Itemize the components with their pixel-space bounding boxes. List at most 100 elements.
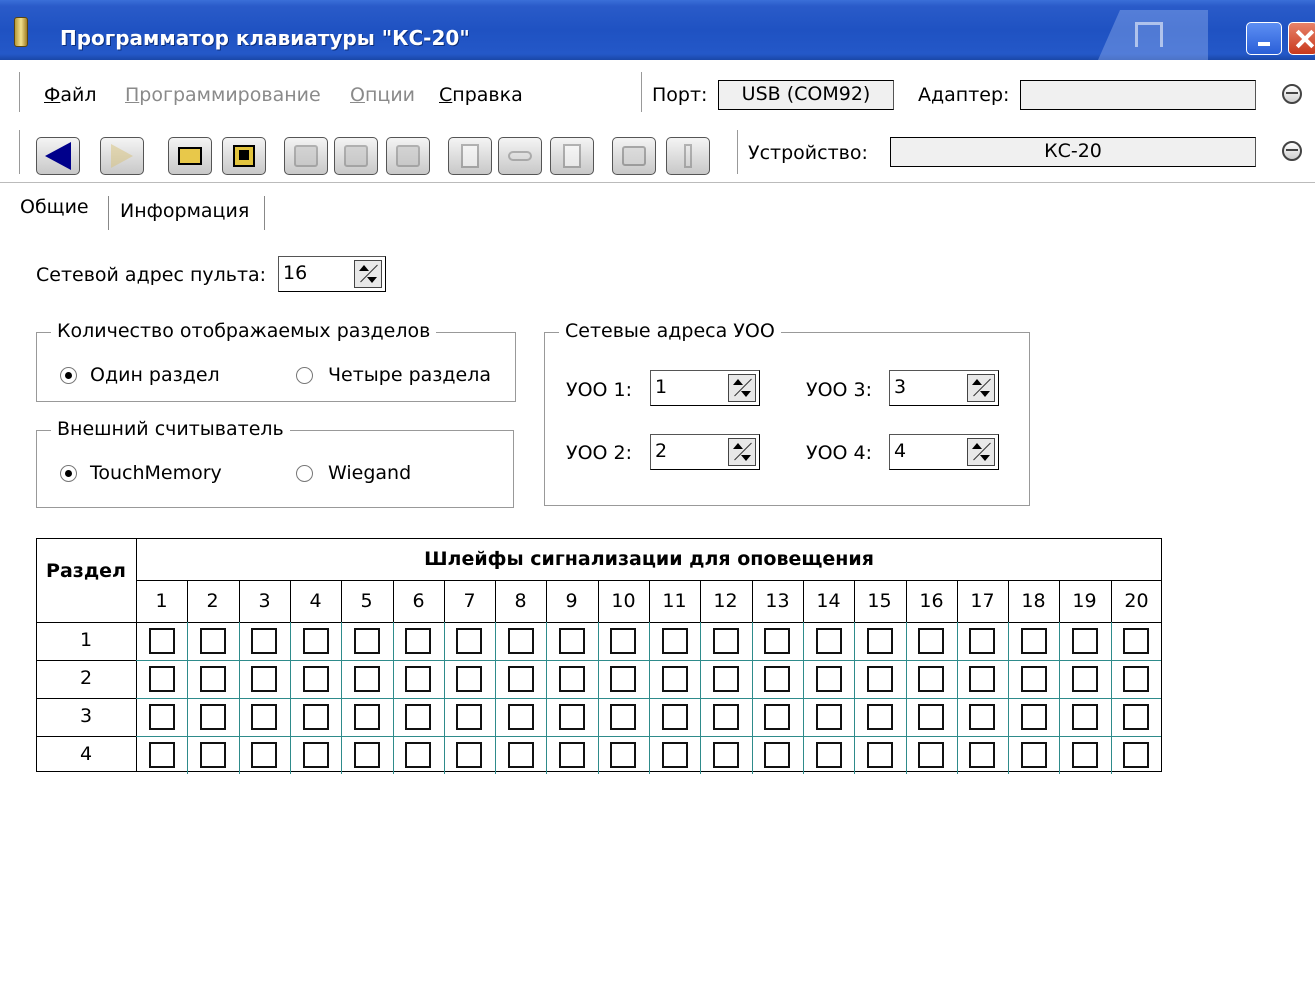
loop-checkbox[interactable] [354,666,380,692]
close-button[interactable] [1288,22,1315,55]
loop-checkbox[interactable] [969,666,995,692]
loop-checkbox[interactable] [251,742,277,768]
loop-checkbox[interactable] [559,742,585,768]
loop-checkbox[interactable] [354,704,380,730]
loop-checkbox[interactable] [1123,666,1149,692]
loop-checkbox[interactable] [456,742,482,768]
loop-checkbox[interactable] [1021,666,1047,692]
spin-arrows-icon[interactable] [354,260,382,288]
forward-button[interactable] [100,137,144,175]
radio-touchmemory[interactable] [60,465,77,482]
loop-checkbox[interactable] [764,742,790,768]
loop-checkbox[interactable] [713,628,739,654]
loop-checkbox[interactable] [867,666,893,692]
print-button[interactable] [612,137,656,175]
loop-checkbox[interactable] [251,628,277,654]
uoo4-spinner[interactable]: 4 [889,434,999,470]
loop-checkbox[interactable] [1021,628,1047,654]
loop-checkbox[interactable] [149,742,175,768]
menu-file[interactable]: Файл [44,84,97,106]
uoo4-value[interactable]: 4 [894,440,906,462]
loop-checkbox[interactable] [1072,742,1098,768]
radio-touchmemory-label[interactable]: TouchMemory [90,462,222,484]
radio-wiegand-label[interactable]: Wiegand [328,462,411,484]
loop-checkbox[interactable] [303,704,329,730]
loop-checkbox[interactable] [200,628,226,654]
loop-checkbox[interactable] [1123,704,1149,730]
read-button[interactable] [284,137,328,175]
loop-checkbox[interactable] [456,666,482,692]
loop-checkbox[interactable] [405,704,431,730]
chip-button[interactable] [386,137,430,175]
loop-checkbox[interactable] [559,628,585,654]
loop-checkbox[interactable] [764,628,790,654]
key-button[interactable] [498,137,542,175]
loop-checkbox[interactable] [867,742,893,768]
loop-checkbox[interactable] [149,666,175,692]
uoo3-spinner[interactable]: 3 [889,370,999,406]
menu-options[interactable]: Опции [350,84,415,106]
loop-checkbox[interactable] [508,666,534,692]
loop-checkbox[interactable] [816,704,842,730]
loop-checkbox[interactable] [918,628,944,654]
loop-checkbox[interactable] [354,628,380,654]
loop-checkbox[interactable] [867,628,893,654]
loop-checkbox[interactable] [405,666,431,692]
loop-checkbox[interactable] [456,628,482,654]
loop-checkbox[interactable] [764,704,790,730]
loop-checkbox[interactable] [303,742,329,768]
radio-four-sections-label[interactable]: Четыре раздела [328,364,491,386]
loop-checkbox[interactable] [764,666,790,692]
loop-checkbox[interactable] [559,704,585,730]
loop-checkbox[interactable] [610,666,636,692]
loop-checkbox[interactable] [662,704,688,730]
loop-checkbox[interactable] [508,704,534,730]
loop-checkbox[interactable] [816,666,842,692]
loop-checkbox[interactable] [1123,628,1149,654]
loop-checkbox[interactable] [610,704,636,730]
uoo1-spinner[interactable]: 1 [650,370,760,406]
document-button[interactable] [550,137,594,175]
uoo3-value[interactable]: 3 [894,376,906,398]
open-button[interactable] [168,137,212,175]
spin-arrows-icon[interactable] [728,374,756,402]
loop-checkbox[interactable] [149,628,175,654]
radio-wiegand[interactable] [296,465,313,482]
tab-general[interactable]: Общие [20,196,89,218]
loop-checkbox[interactable] [456,704,482,730]
spin-arrows-icon[interactable] [967,374,995,402]
loop-checkbox[interactable] [508,628,534,654]
loop-checkbox[interactable] [969,704,995,730]
loop-checkbox[interactable] [405,742,431,768]
radio-one-section-label[interactable]: Один раздел [90,364,220,386]
spin-arrows-icon[interactable] [967,438,995,466]
loop-checkbox[interactable] [1021,704,1047,730]
loop-checkbox[interactable] [610,742,636,768]
write-button[interactable] [334,137,378,175]
menu-help[interactable]: Справка [439,84,523,106]
loop-checkbox[interactable] [559,666,585,692]
info-button[interactable] [666,137,710,175]
save-button[interactable] [222,137,266,175]
loop-checkbox[interactable] [303,666,329,692]
network-address-value[interactable]: 16 [283,262,307,284]
uoo2-spinner[interactable]: 2 [650,434,760,470]
loop-checkbox[interactable] [918,666,944,692]
spin-arrows-icon[interactable] [728,438,756,466]
loop-checkbox[interactable] [149,704,175,730]
loop-checkbox[interactable] [200,666,226,692]
loop-checkbox[interactable] [816,742,842,768]
loop-checkbox[interactable] [816,628,842,654]
loop-checkbox[interactable] [508,742,534,768]
loop-checkbox[interactable] [1072,628,1098,654]
loop-checkbox[interactable] [969,628,995,654]
back-button[interactable] [36,137,80,175]
loop-checkbox[interactable] [662,666,688,692]
loop-checkbox[interactable] [405,628,431,654]
loop-checkbox[interactable] [918,742,944,768]
minimize-button[interactable] [1246,22,1282,55]
loop-checkbox[interactable] [303,628,329,654]
radio-one-section[interactable] [60,367,77,384]
loop-checkbox[interactable] [969,742,995,768]
loop-checkbox[interactable] [610,628,636,654]
